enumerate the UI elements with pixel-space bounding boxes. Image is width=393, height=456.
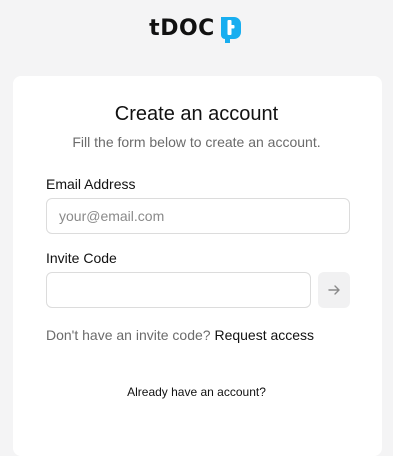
invite-code-input[interactable] <box>46 272 311 308</box>
signin-prompt-link[interactable]: Already have an account? <box>0 384 393 400</box>
email-input[interactable] <box>46 198 350 234</box>
request-access-link[interactable]: Request access <box>214 327 314 343</box>
no-invite-question: Don't have an invite code? <box>46 327 211 343</box>
invite-code-label: Invite Code <box>46 250 117 266</box>
request-access-line: Don't have an invite code? Request acces… <box>46 326 314 344</box>
invite-submit-button[interactable] <box>318 272 350 308</box>
email-label: Email Address <box>46 176 136 192</box>
tdoc-logo-mark-icon <box>220 17 241 43</box>
page-title: Create an account <box>114 103 279 125</box>
brand-name: tDOC <box>149 16 215 41</box>
brand-logo: tDOC <box>0 14 393 44</box>
page-subtitle: Fill the form below to create an account… <box>72 134 321 150</box>
arrow-right-icon <box>328 285 340 295</box>
